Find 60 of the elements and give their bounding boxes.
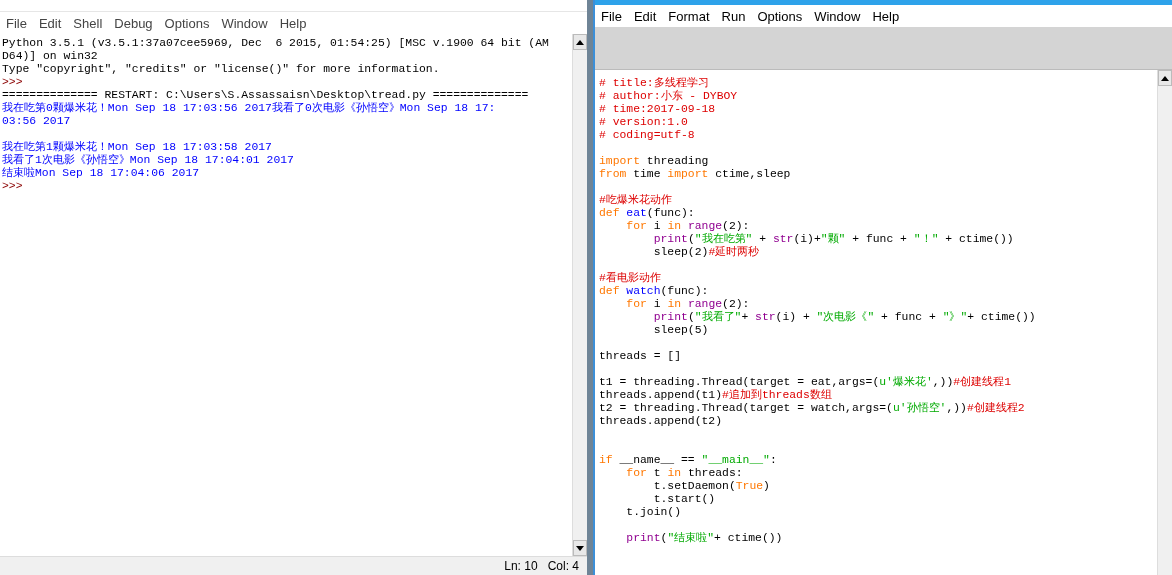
up-arrow-icon[interactable] [1161, 75, 1169, 81]
prompt: >>> [2, 76, 24, 89]
code-line: t2 = threading.Thread(target = watch,args=(u'孙悟空',))#创建线程2 [599, 402, 1026, 415]
menu-item[interactable]: File [599, 8, 628, 24]
output-line: Python 3.5.1 (v3.5.1:37a07cee5969, Dec 6 2015, 01:54:25) [MSC v.1900 64 bit (AM [2, 37, 550, 50]
code-line: from time import ctime,sleep [599, 168, 792, 181]
menu-item[interactable]: Options [755, 8, 809, 24]
code-line: print("我看了"+ str(i) + "次电影《" + func + "》"+ ctime()) [652, 311, 1037, 324]
menu-item[interactable]: Window [219, 16, 274, 31]
menu-item[interactable]: Run [719, 8, 752, 24]
menu-item[interactable]: Window [812, 8, 867, 24]
menu-item[interactable]: Edit [36, 16, 68, 31]
menu-item[interactable]: Debug [112, 16, 159, 31]
code-line: t.setDaemon(True) [652, 480, 771, 493]
output-line: Type "copyright", "credits" or "license()" for more information. [2, 63, 441, 76]
code-line: # author:小东 - DYBOY [599, 90, 739, 103]
code-line: # version:1.0 [599, 116, 689, 129]
output-line: 我在吃第0颗爆米花！Mon Sep 18 17:03:56 2017我看了0次电影《孙悟空》Mon Sep 18 17: [2, 102, 497, 115]
code-line: if __name__ == "__main__": [599, 454, 778, 467]
menu-item[interactable]: Format [666, 8, 716, 24]
code-line: t.start() [652, 493, 717, 506]
column-number: Col: 4 [547, 559, 579, 573]
menu-item[interactable]: Shell [71, 16, 109, 31]
code-line: threads.append(t1)#追加到threads数组 [599, 389, 833, 402]
code-line: print("我在吃第" + str(i)+"颗" + func + "！" + ctime()) [652, 233, 1015, 246]
code-line: threads = [] [599, 350, 683, 363]
code-line: for t in threads: [625, 467, 744, 480]
line-number: Ln: 10 [504, 559, 538, 573]
code-line: #吃爆米花动作 [599, 194, 673, 207]
scrollbar[interactable] [1157, 70, 1172, 575]
output-line: 03:56 2017 [2, 115, 72, 128]
code-line: # time:2017-09-18 [599, 103, 717, 116]
code-line: def eat(func): [599, 207, 696, 220]
output-line: 我在吃第1颗爆米花！Mon Sep 18 17:03:58 2017 [2, 141, 273, 154]
code-line: for i in range(2): [625, 298, 751, 311]
output-line: ============== RESTART: C:\Users\S.Assassaisn\Desktop\tread.py ============== [2, 89, 530, 102]
menu-item[interactable]: Edit [631, 8, 663, 24]
menu-item[interactable]: Help [870, 8, 906, 24]
menu-item[interactable]: Help [277, 16, 313, 31]
code-line: sleep(2)#延时两秒 [652, 246, 761, 259]
scrollbar[interactable] [572, 34, 587, 556]
code-line: import threading [599, 155, 710, 168]
output-line: 结束啦Mon Sep 18 17:04:06 2017 [2, 167, 201, 180]
code-line: def watch(func): [599, 285, 710, 298]
code-line: # coding=utf-8 [599, 129, 696, 142]
menu-item[interactable]: File [4, 16, 33, 31]
code-line: t.join() [625, 506, 683, 519]
up-arrow-icon[interactable] [576, 39, 584, 45]
code-line: threads.append(t2) [599, 415, 724, 428]
down-arrow-icon[interactable] [576, 545, 584, 551]
code-line: print("结束啦"+ ctime()) [625, 532, 784, 545]
menu-item[interactable]: Options [162, 16, 216, 31]
output-line: 我看了1次电影《孙悟空》Mon Sep 18 17:04:01 2017 [2, 154, 295, 167]
code-line: # title:多线程学习 [599, 77, 710, 90]
prompt: >>> [2, 180, 24, 193]
output-line: D64)] on win32 [2, 50, 99, 63]
code-line: t1 = threading.Thread(target = eat,args=(u'爆米花',))#创建线程1 [599, 376, 1012, 389]
code-line: sleep(5) [652, 324, 710, 337]
code-line: for i in range(2): [625, 220, 751, 233]
code-line: #看电影动作 [599, 272, 662, 285]
